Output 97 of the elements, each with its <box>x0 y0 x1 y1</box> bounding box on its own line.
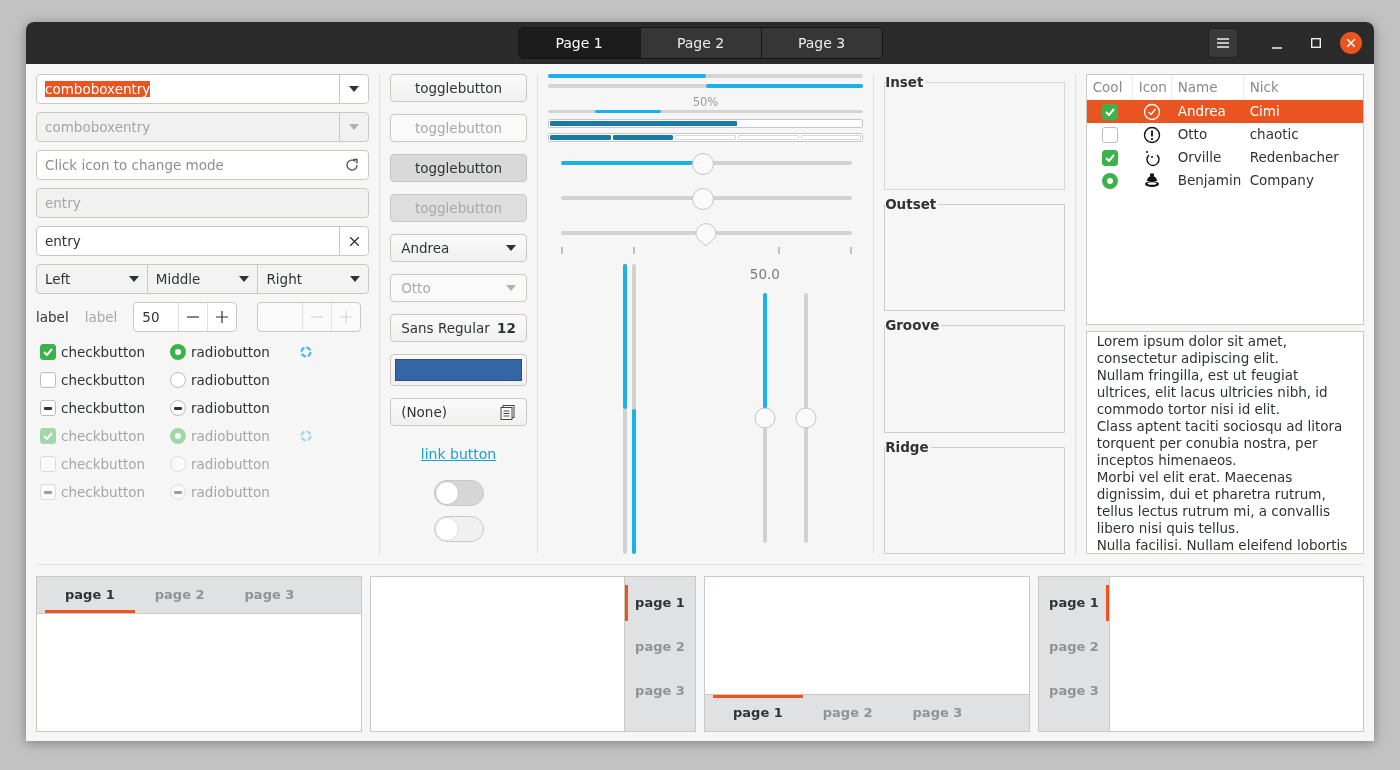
table-cell-text: Cimi <box>1248 102 1280 122</box>
slider-thumb[interactable] <box>691 152 716 176</box>
checkbox[interactable] <box>40 372 56 388</box>
dropdown-button[interactable]: Andrea <box>390 234 527 262</box>
tab[interactable]: Page 3 <box>760 28 882 58</box>
label: label <box>84 307 118 327</box>
checkbox-label: checkbutton <box>61 398 146 418</box>
radio-label: radiobutton <box>191 482 270 502</box>
text-area[interactable]: Lorem ipsum dolor sit amet, consectetur adipiscing elit. Nullam fringilla, est ut feugiat ultrices, elit lacus ultricies nibh, id commodo tortor nisi id elit. Class aptent taciti sociosqu ad litora torquent per conubia nostra, per inceptos himenaeos. Morbi vel elit erat. Maecenas dignissim, dui et pharetra rutrum, tellus lectus rutrum mi, a convallis libero nisi quis tellus. Nulla facilisi. Nullam eleifend lobortis <box>1085 331 1364 554</box>
checkbox[interactable] <box>40 400 56 416</box>
checkmark-icon <box>1104 107 1115 116</box>
tab[interactable]: page 1 <box>1039 581 1109 625</box>
table-row[interactable]: Benjamin Company <box>1086 169 1363 192</box>
checkmark-icon <box>43 432 53 440</box>
caret-icon <box>128 276 139 282</box>
slider-track[interactable] <box>762 293 767 543</box>
column-header[interactable]: Nick <box>1243 75 1363 100</box>
checkmark-icon <box>1104 153 1115 162</box>
tab[interactable]: Page 2 <box>639 28 761 58</box>
table-cell-text: Orville <box>1176 148 1223 168</box>
progress-text: 50% <box>691 95 720 108</box>
radio-label: radiobutton <box>191 370 270 390</box>
table-cell-text: Otto <box>1176 125 1209 145</box>
checkbox-label: checkbutton <box>61 342 146 362</box>
toggle-button[interactable]: togglebutton <box>390 154 527 182</box>
tab[interactable]: page 1 <box>713 695 803 731</box>
checkbox-label: checkbutton <box>61 482 146 502</box>
toggle-switch[interactable] <box>433 480 484 506</box>
slider-track[interactable] <box>560 196 852 200</box>
caret-icon <box>505 285 516 291</box>
close-icon <box>349 236 359 246</box>
slider-thumb[interactable] <box>794 407 817 429</box>
radio-label: radiobutton <box>191 454 270 474</box>
radio-button[interactable] <box>170 400 186 416</box>
table-cell-text: chaotic <box>1248 125 1299 145</box>
slider-thumb[interactable] <box>753 407 776 429</box>
checkmark-icon <box>43 348 53 356</box>
maximize-icon <box>1311 38 1321 48</box>
checkbox[interactable] <box>40 344 56 360</box>
slider-track[interactable] <box>560 230 852 235</box>
table-cell-text: Company <box>1248 171 1314 191</box>
text-field[interactable]: entry <box>36 226 370 256</box>
refresh-icon[interactable] <box>345 158 360 172</box>
checkbox-label: checkbutton <box>61 454 146 474</box>
radio-button[interactable] <box>170 344 186 360</box>
selected-text: comboboxentry <box>45 80 151 97</box>
slider-thumb[interactable] <box>694 221 719 248</box>
font-button[interactable]: Sans Regular 12 <box>390 314 527 342</box>
caret-icon <box>350 276 361 282</box>
check-circle-icon <box>1143 102 1162 121</box>
checkbox[interactable] <box>1101 149 1118 166</box>
toggle-button[interactable]: togglebutton <box>390 74 527 102</box>
caret-icon <box>349 124 360 130</box>
label: label <box>36 307 69 327</box>
dropdown-button[interactable]: Middle <box>146 264 259 294</box>
radio-label: radiobutton <box>191 426 270 446</box>
close-icon <box>1347 39 1355 47</box>
plus-icon <box>216 311 229 323</box>
tab[interactable]: Page 1 <box>518 28 640 58</box>
slider-track[interactable] <box>560 161 852 166</box>
checkbox[interactable] <box>1101 103 1118 120</box>
table-cell-text: Redenbacher <box>1248 148 1339 168</box>
tab[interactable]: page 1 <box>625 581 695 625</box>
dropdown-button[interactable]: Right <box>257 264 370 294</box>
menu-button[interactable] <box>1208 28 1238 58</box>
plus-icon <box>340 311 353 323</box>
table-cell-text: Andrea <box>1176 102 1227 122</box>
checkbox-label: checkbutton <box>61 426 146 446</box>
caret-icon <box>505 245 516 251</box>
scale-value: 50.0 <box>749 265 780 284</box>
radio-button[interactable] <box>170 372 186 388</box>
figure-icon <box>1143 171 1162 190</box>
crescent-icon <box>1143 148 1162 167</box>
table-row[interactable]: Andrea Cimi <box>1086 100 1363 123</box>
radio-button[interactable] <box>1101 172 1118 189</box>
caret-icon <box>349 86 360 92</box>
file-chooser-button[interactable]: (None) <box>390 398 527 426</box>
menu-icon <box>1217 38 1229 48</box>
frame-label: Ridge <box>885 438 931 456</box>
spin-button[interactable]: 50 <box>133 302 238 332</box>
combo-box[interactable]: comboboxentry <box>36 74 370 104</box>
slider-track[interactable] <box>803 293 808 543</box>
caret-icon <box>239 276 250 282</box>
tab[interactable]: page 1 <box>45 577 135 613</box>
radio-label: radiobutton <box>191 398 270 418</box>
dropdown-button[interactable]: Left <box>36 264 148 294</box>
document-icon <box>499 404 516 420</box>
close-button[interactable] <box>1340 32 1362 54</box>
table-row[interactable]: Otto chaotic <box>1086 123 1363 146</box>
radio-label: radiobutton <box>191 342 270 362</box>
checkbox[interactable] <box>1101 126 1118 143</box>
table-cell-text: Benjamin <box>1176 171 1243 191</box>
exclamation-icon <box>1143 125 1162 144</box>
checkbox-label: checkbutton <box>61 370 146 390</box>
minimize-icon <box>1272 47 1282 49</box>
slider-thumb[interactable] <box>691 186 716 211</box>
table-row[interactable]: Orville Redenbacher <box>1086 146 1363 169</box>
